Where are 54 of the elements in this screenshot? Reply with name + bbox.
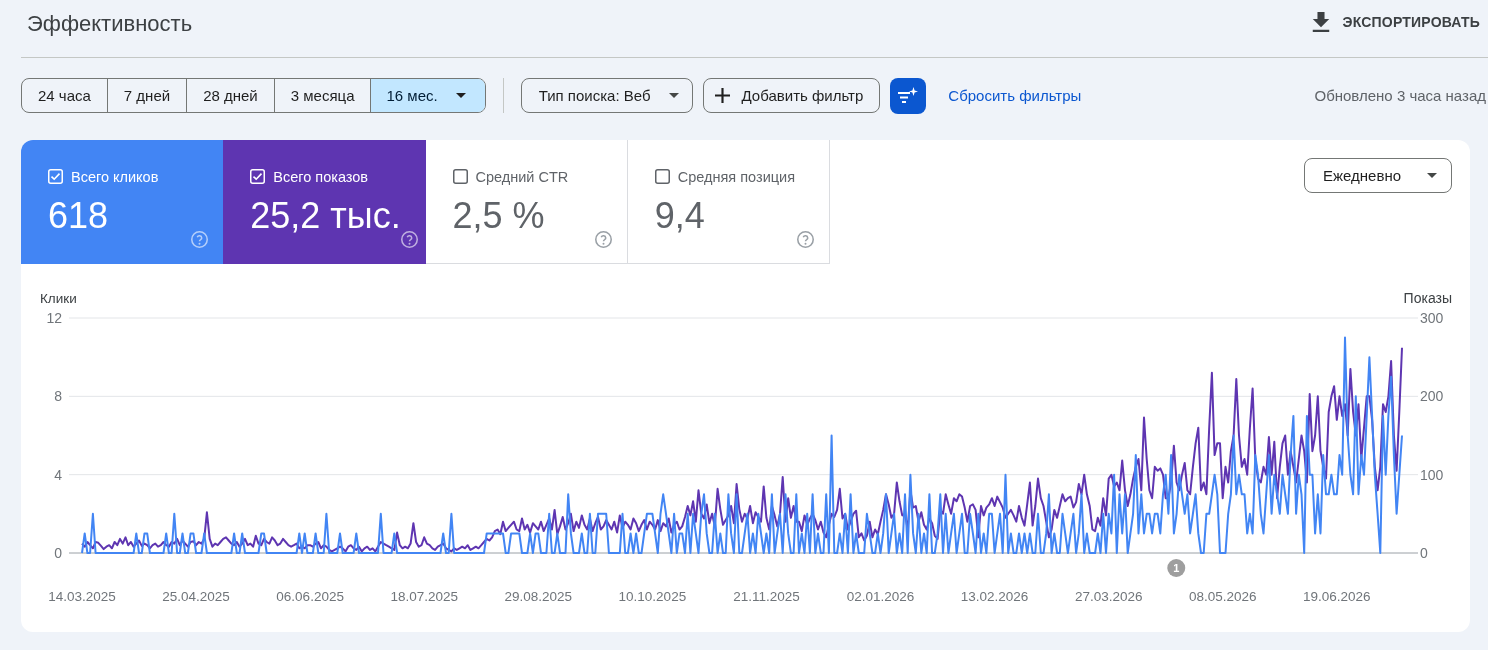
x-axis-label: 18.07.2025 [390,589,458,604]
x-axis-label: 14.03.2025 [48,589,116,604]
y-axis-label: 100 [1420,466,1444,483]
x-axis-label: 02.01.2026 [846,589,915,604]
x-axis-label: 29.08.2025 [504,589,573,604]
metric-value: 9,4 [654,196,705,236]
y-axis-title: Показы [1403,290,1452,306]
export-button[interactable]: ЭКСПОРТИРОВАТЬ [1311,10,1480,34]
x-axis-label: 06.06.2025 [276,589,344,604]
download-icon [1311,12,1330,32]
search-type-dropdown[interactable]: Тип поиска: Веб [520,78,693,113]
metric-card[interactable]: Средний CTR 2,5 % [425,140,628,264]
granularity-dropdown[interactable]: Ежедневно [1304,158,1452,193]
x-axis-label: 21.11.2025 [733,589,800,604]
x-axis-label: 19.06.2026 [1303,589,1371,604]
y-axis-label: 12 [46,310,62,326]
filter-button[interactable] [890,77,927,114]
reset-filters-link[interactable]: Сбросить фильтры [948,87,1082,104]
date-range-button[interactable]: 24 часа [22,79,107,112]
y-axis-label: 8 [54,388,62,405]
caret-icon [1427,173,1437,178]
metric-value: 25,2 тыс. [250,196,401,236]
x-axis-label: 08.05.2026 [1188,589,1257,604]
updated-status: Обновлено 3 часа назад [1314,87,1486,104]
metric-card[interactable]: Средняя позиция 9,4 [627,140,830,264]
checkbox[interactable] [452,169,468,184]
add-filter-button[interactable]: Добавить фильтр [702,78,881,113]
metric-label: Средняя позиция [677,167,795,186]
caret-icon [455,93,466,98]
caret-icon [668,93,679,98]
plus-icon [714,88,730,103]
date-range-button[interactable]: 16 мес. [370,79,485,112]
date-range-button[interactable]: 28 дней [186,79,274,112]
x-axis-label: 27.03.2026 [1074,589,1143,604]
metric-label: Всего показов [273,167,369,186]
date-range-button[interactable]: 7 дней [106,79,187,112]
metric-value: 2,5 % [452,196,545,236]
metric-label: Средний CTR [475,167,569,186]
page-title: Эффективность [27,10,193,38]
sparkle-filter-icon [898,87,919,104]
x-axis-label: 10.10.2025 [618,589,687,604]
metric-label: Всего кликов [71,167,159,186]
x-axis-label: 13.02.2026 [960,589,1029,604]
y-axis-label: 200 [1420,388,1444,405]
help-icon[interactable] [594,231,612,248]
y-axis-title: Клики [40,291,77,306]
help-icon[interactable] [797,231,814,248]
y-axis-label: 0 [1420,545,1428,561]
x-axis-label: 25.04.2025 [162,589,230,604]
metric-value: 618 [48,196,109,236]
y-axis-label: 4 [54,466,62,483]
checkbox[interactable] [654,169,670,184]
y-axis-label: 300 [1420,310,1444,326]
y-axis-label: 0 [54,545,62,561]
